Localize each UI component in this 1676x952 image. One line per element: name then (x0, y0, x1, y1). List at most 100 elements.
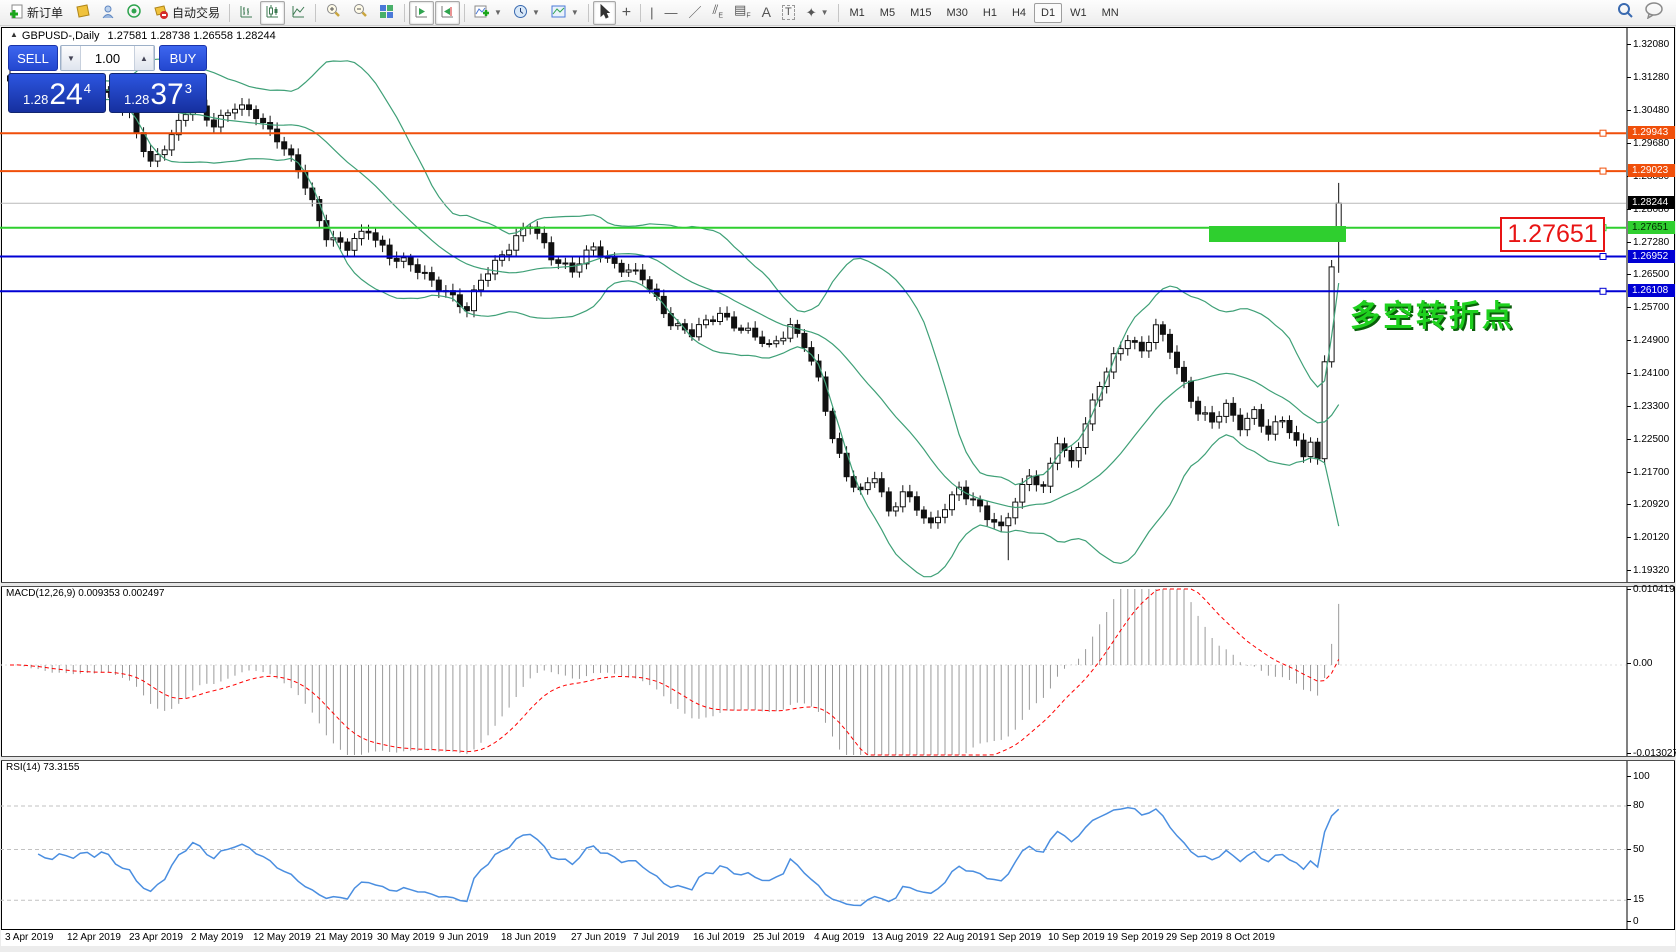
toolbar: 新订单 自动交易 ▼ ▼ ▼ + | — ／ ⫽E ▤F A T ✦ ▼ M1 … (0, 0, 1676, 26)
price-annotation-box[interactable]: 1.27651 (1500, 217, 1605, 252)
price-tick-label: 1.32080 (1626, 39, 1670, 50)
chart-shift-button[interactable] (435, 0, 461, 25)
timeframe-d1[interactable]: D1 (1034, 2, 1063, 23)
cursor-icon (598, 3, 611, 22)
buy-button[interactable]: BUY (159, 45, 207, 71)
macd-indicator-label: MACD(12,26,9) 0.009353 0.002497 (6, 588, 165, 599)
trendline-icon: ／ (688, 5, 702, 20)
turning-point-annotation[interactable]: 多空转折点 (1350, 291, 1515, 335)
crosshair-icon: + (621, 4, 632, 21)
price-tick-label: 1.22500 (1626, 434, 1670, 446)
candlestick-chart-button[interactable] (260, 0, 286, 25)
macd-tick-label: -0.013027 (1626, 748, 1676, 759)
collapse-trade-panel-icon[interactable]: ▲ (10, 30, 18, 39)
date-tick-label: 8 Oct 2019 (1226, 932, 1275, 943)
fibonacci-tool-button[interactable]: ▤F (729, 1, 756, 25)
bar-chart-icon (239, 4, 254, 22)
toolbar-separator (837, 3, 839, 22)
date-tick-label: 10 Sep 2019 (1048, 932, 1105, 943)
mt4-terminal: { "toolbar": { "new_order": "新订单", "auto… (0, 0, 1676, 952)
line-chart-button[interactable] (286, 1, 311, 25)
volume-increase-button[interactable]: ▲ (134, 46, 154, 70)
ohlc-values: 1.27581 1.28738 1.26558 1.28244 (107, 30, 276, 42)
cursor-tool-button[interactable] (592, 0, 616, 25)
timeframe-w1[interactable]: W1 (1063, 3, 1094, 23)
toolbar-separator (587, 3, 589, 22)
zoom-out-button[interactable] (347, 1, 373, 25)
price-tick-label: 1.20120 (1626, 532, 1670, 544)
toolbar-separator (229, 3, 231, 22)
rsi-pane-separator[interactable] (1, 756, 1675, 761)
channel-tool-button[interactable]: ⫽E (708, 1, 728, 25)
auto-scroll-icon (414, 4, 429, 22)
zoom-out-icon (352, 3, 368, 22)
trendline-tool-button[interactable]: ／ (684, 1, 707, 25)
date-axis[interactable]: 3 Apr 2019 12 Apr 2019 23 Apr 2019 2 May 20… (1, 929, 1675, 946)
signals-button[interactable] (122, 1, 147, 25)
volume-value[interactable]: 1.00 (81, 46, 134, 70)
timeframe-m5[interactable]: M5 (873, 3, 902, 23)
auto-scroll-button[interactable] (409, 0, 435, 25)
candlestick-chart-icon (265, 4, 280, 22)
periods-button[interactable]: ▼ (508, 1, 545, 25)
tile-windows-icon (379, 4, 395, 22)
price-tick-label: 1.25700 (1626, 302, 1670, 314)
date-tick-label: 13 Aug 2019 (872, 932, 929, 943)
timeframe-h4[interactable]: H4 (1005, 3, 1033, 23)
dropdown-arrow-icon: ▼ (531, 8, 540, 17)
zoom-in-button[interactable] (320, 1, 346, 25)
profiles-button[interactable] (69, 1, 95, 25)
auto-trading-icon (153, 4, 169, 22)
macd-pane-separator[interactable] (1, 582, 1675, 587)
timeframe-m1[interactable]: M1 (843, 3, 872, 23)
price-tick-label: 1.23300 (1626, 401, 1670, 413)
new-order-button[interactable]: 新订单 (4, 1, 68, 25)
text-label-tool-button[interactable]: T (777, 1, 800, 25)
templates-button[interactable]: ▼ (546, 1, 584, 25)
chart-title: ▲ GBPUSD-,Daily 1.27581 1.28738 1.26558 1.… (10, 30, 276, 42)
timeframe-h1[interactable]: H1 (976, 3, 1004, 23)
sell-price-panel[interactable]: 1.28 24 4 (8, 73, 106, 113)
date-tick-label: 30 May 2019 (377, 932, 435, 943)
buy-price-prefix: 1.28 (124, 92, 150, 107)
date-tick-label: 9 Jun 2019 (439, 932, 489, 943)
rsi-tick-label: 50 (1626, 843, 1645, 855)
search-icon[interactable] (1616, 1, 1634, 24)
timeframe-m15[interactable]: M15 (903, 3, 938, 23)
buy-price-panel[interactable]: 1.28 37 3 (109, 73, 207, 113)
timeframe-mn[interactable]: MN (1095, 3, 1126, 23)
price-tick-label: 1.26500 (1626, 269, 1670, 281)
market-watch-button[interactable] (96, 1, 121, 25)
tile-windows-button[interactable] (374, 1, 400, 25)
bar-chart-button[interactable] (234, 1, 259, 25)
price-line-label: 1.26952 (1628, 249, 1675, 263)
price-tick-label: 1.19320 (1626, 565, 1670, 577)
date-tick-label: 25 Jul 2019 (753, 932, 805, 943)
chart-shift-icon (440, 4, 455, 22)
arrows-tool-button[interactable]: ✦ ▼ (801, 1, 834, 25)
toolbar-separator (464, 3, 466, 22)
horizontal-line-tool-button[interactable]: — (660, 1, 683, 25)
one-click-trading-panel: SELL ▼ 1.00 ▲ BUY 1.28 24 4 1.28 37 3 (8, 45, 207, 113)
date-tick-label: 23 Apr 2019 (129, 932, 183, 943)
chart-window[interactable] (1, 27, 1675, 945)
price-line-label: 1.29023 (1628, 164, 1675, 178)
dropdown-arrow-icon: ▼ (494, 8, 502, 17)
crosshair-tool-button[interactable]: + (617, 1, 636, 25)
new-order-icon (9, 4, 24, 22)
chat-icon[interactable] (1644, 1, 1664, 24)
volume-decrease-button[interactable]: ▼ (61, 46, 81, 70)
vertical-line-tool-button[interactable]: | (645, 1, 658, 25)
toolbar-separator (640, 3, 642, 22)
auto-trading-button[interactable]: 自动交易 (148, 1, 225, 25)
sell-button[interactable]: SELL (8, 45, 58, 71)
date-tick-label: 12 May 2019 (253, 932, 311, 943)
indicators-button[interactable]: ▼ (469, 1, 507, 25)
timeframe-m30[interactable]: M30 (939, 3, 974, 23)
sell-price-big: 24 (49, 78, 83, 111)
date-tick-label: 7 Jul 2019 (633, 932, 680, 943)
market-watch-icon (101, 4, 116, 22)
text-tool-button[interactable]: A (757, 1, 776, 25)
date-tick-label: 22 Aug 2019 (933, 932, 990, 943)
date-tick-label: 2 May 2019 (191, 932, 244, 943)
